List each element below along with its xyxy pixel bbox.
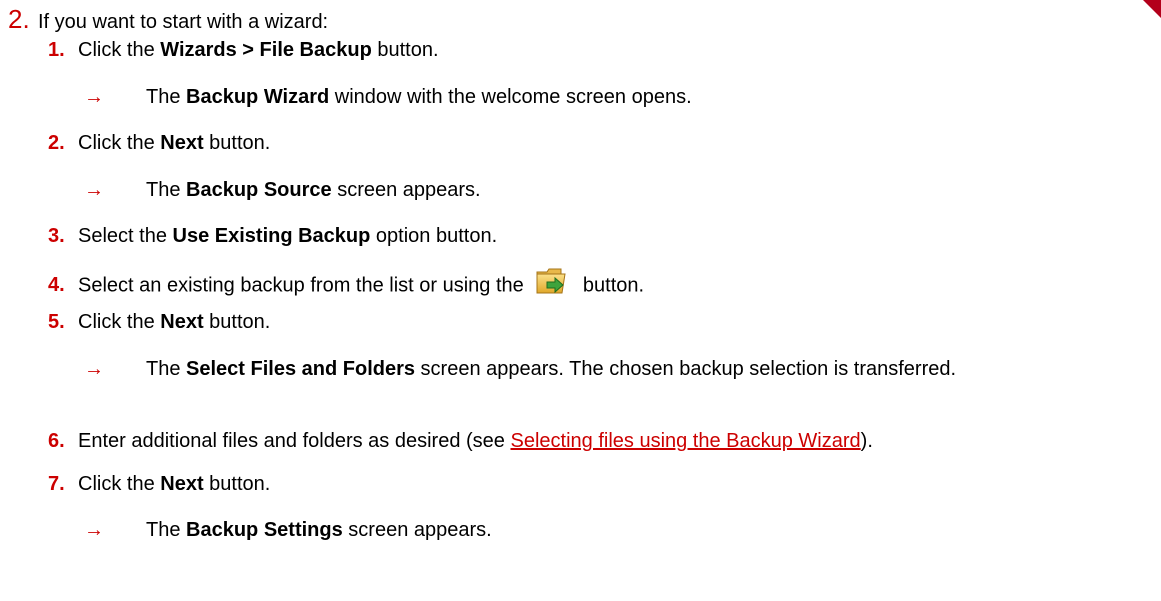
result-arrow-icon: → [84,519,104,541]
result-arrow-icon: → [84,86,104,108]
substep-number: 5. [48,311,65,333]
substep-text: Click the Next button. [78,132,271,154]
substep-4: 4. Select an existing backup from the li… [48,268,644,302]
substep-text: Click the Next button. [78,473,271,495]
selecting-files-link[interactable]: Selecting files using the Backup Wizard [510,430,860,452]
substep-text: Click the Wizards > File Backup button. [78,39,439,61]
substep-number: 1. [48,39,65,61]
main-step-number: 2. [8,4,30,34]
substep-text: Click the Next button. [78,311,271,333]
substep-text: Enter additional files and folders as de… [78,430,873,452]
substep-number: 6. [48,430,65,452]
main-step-text: If you want to start with a wizard: [38,11,329,33]
substep-5: 5. Click the Next button. [48,311,270,334]
result-arrow-icon: → [84,179,104,201]
substep-number: 2. [48,132,65,154]
result-2: → The Backup Source screen appears. [84,177,481,203]
result-text: The Backup Settings screen appears. [146,519,492,541]
main-step: 2. If you want to start with a wizard: [8,4,1148,35]
result-4: → The Backup Settings screen appears. [84,517,492,543]
substep-1: 1. Click the Wizards > File Backup butto… [48,39,439,62]
substep-7: 7. Click the Next button. [48,473,270,496]
result-text: The Backup Wizard window with the welcom… [146,86,692,108]
substep-number: 7. [48,473,65,495]
result-arrow-icon: → [84,358,104,380]
substep-text: Select the Use Existing Backup option bu… [78,225,498,247]
result-3: → The Select Files and Folders screen ap… [84,356,956,382]
substep-number: 4. [48,274,65,297]
substep-text: Select an existing backup from the list … [78,268,644,302]
result-text: The Select Files and Folders screen appe… [146,358,957,380]
substep-6: 6. Enter additional files and folders as… [48,430,873,453]
result-text: The Backup Source screen appears. [146,179,481,201]
result-1: → The Backup Wizard window with the welc… [84,84,692,110]
substep-number: 3. [48,225,65,247]
substep-2: 2. Click the Next button. [48,132,270,155]
open-folder-arrow-icon [535,264,569,296]
substep-3: 3. Select the Use Existing Backup option… [48,225,497,248]
